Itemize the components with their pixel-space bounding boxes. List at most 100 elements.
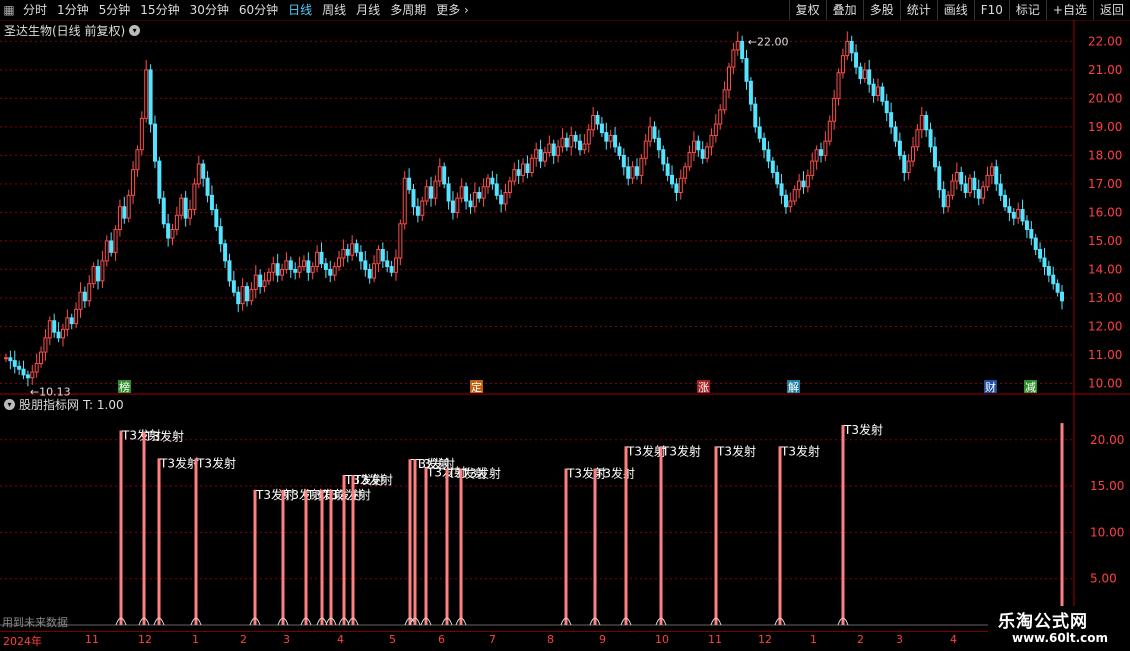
x-tick-label: 4 <box>950 633 957 646</box>
candle-body <box>871 83 876 97</box>
period-tab[interactable]: 分时 <box>18 0 52 20</box>
candle-body <box>1060 291 1064 302</box>
candle-body <box>1055 283 1060 293</box>
period-tab[interactable]: 1分钟 <box>52 0 94 20</box>
candle-body <box>1024 220 1029 231</box>
candle-body <box>893 126 898 142</box>
candle-body <box>442 166 447 185</box>
toolbar-button[interactable]: 标记 <box>1008 0 1046 20</box>
candle-body <box>932 146 937 168</box>
y-tick-label: 17.00 <box>1088 177 1122 191</box>
toolbar-button[interactable]: 叠加 <box>825 0 863 20</box>
toolbar-button[interactable]: 统计 <box>899 0 937 20</box>
sub-y-tick-label: 10.00 <box>1090 525 1124 539</box>
period-tab[interactable]: 5分钟 <box>94 0 136 20</box>
toolbar-button[interactable]: 复权 <box>788 0 826 20</box>
toolbar-button[interactable]: 画线 <box>936 0 974 20</box>
candle-body <box>740 40 745 60</box>
x-tick-label: 11 <box>85 633 99 646</box>
signal-spike <box>351 474 355 625</box>
x-tick-label: 6 <box>438 633 445 646</box>
signal-label: T3发射 <box>843 422 883 437</box>
chevron-down-icon[interactable]: ▾ <box>4 399 15 410</box>
candle-body <box>959 172 964 185</box>
period-tab[interactable]: 更多 › <box>431 0 474 20</box>
candle-body <box>271 263 276 273</box>
period-tab[interactable]: 月线 <box>351 0 385 20</box>
candle-body <box>753 103 758 128</box>
candle-body <box>696 140 701 151</box>
signal-spike <box>329 489 333 625</box>
grid-menu-icon[interactable]: ▦ <box>0 1 18 19</box>
period-toolbar: ▦ 分时 1分钟 5分钟 15分钟 30分钟 60分钟 日线 周线 月线 多周期 更多 › 复权 叠加… <box>0 0 1130 21</box>
candle-body <box>464 186 469 202</box>
signal-spike <box>281 489 285 625</box>
candle-body <box>122 206 127 219</box>
candle-body <box>775 172 780 185</box>
candle-body <box>875 86 880 97</box>
candle-body <box>280 268 285 276</box>
toolbar-button[interactable]: F10 <box>973 0 1009 20</box>
candle-body <box>503 191 508 205</box>
toolbar-button[interactable]: 多股 <box>862 0 900 20</box>
candle-body <box>337 257 342 268</box>
candle-body <box>47 320 52 339</box>
period-tab[interactable]: 周线 <box>317 0 351 20</box>
y-tick-label: 11.00 <box>1088 348 1122 362</box>
candle-body <box>521 163 526 176</box>
candle-body <box>244 286 249 302</box>
period-tab[interactable]: 15分钟 <box>135 0 184 20</box>
candle-body <box>792 189 797 202</box>
sub-y-tick-label: 20.00 <box>1090 433 1124 447</box>
candle-body <box>328 268 333 276</box>
event-label: 解 <box>788 380 799 394</box>
candle-body <box>819 149 824 156</box>
toolbar-button[interactable]: 返回 <box>1092 0 1130 20</box>
candle-body <box>591 115 596 131</box>
candle-body <box>827 120 832 142</box>
candle-body <box>450 200 455 213</box>
candle-body <box>275 263 280 276</box>
period-tab[interactable]: 60分钟 <box>234 0 283 20</box>
stock-chart[interactable]: 22.00 21.00 20.00 19.00 18.00 17.00 16.00 15.00… <box>0 20 1130 630</box>
candle-body <box>485 177 490 188</box>
x-tick-label: 4 <box>337 633 344 646</box>
chevron-down-icon[interactable]: ▾ <box>129 25 141 36</box>
candle-body <box>183 197 188 219</box>
candle-body <box>634 166 639 176</box>
candle-body <box>166 223 171 239</box>
signal-spike <box>564 468 568 625</box>
candle-body <box>762 137 767 151</box>
candle-body <box>836 72 841 99</box>
candle-body <box>30 371 35 379</box>
period-tab[interactable]: 30分钟 <box>185 0 234 20</box>
candle-body <box>586 129 591 145</box>
period-tab[interactable]: 日线 <box>283 0 317 20</box>
signal-spike <box>320 489 324 625</box>
candle-body <box>884 100 889 114</box>
candle-body <box>1011 211 1016 219</box>
signal-spike <box>413 459 417 625</box>
candle-body <box>380 248 385 262</box>
period-tab[interactable]: 多周期 <box>385 0 431 20</box>
candle-body <box>393 257 398 273</box>
signal-spike <box>624 446 628 625</box>
candle-body <box>832 97 837 122</box>
candle-body <box>700 149 705 159</box>
event-label: 涨 <box>698 381 709 394</box>
candle-body <box>319 251 324 265</box>
candle-body <box>135 149 140 171</box>
candle-body <box>840 55 845 74</box>
candle-body <box>713 123 718 136</box>
candle-body <box>205 177 210 196</box>
y-tick-label: 21.00 <box>1088 63 1122 77</box>
signal-label: T3发射 <box>144 428 184 443</box>
sub-y-tick-label: 15.00 <box>1090 479 1124 493</box>
candle-body <box>332 266 337 276</box>
candle-body <box>1029 229 1034 239</box>
candle-body <box>174 214 179 231</box>
watermark-title: 乐淘公式网 <box>998 612 1088 632</box>
signal-label: T3发射 <box>716 443 756 458</box>
y-tick-label: 16.00 <box>1088 205 1122 219</box>
toolbar-button[interactable]: +自选 <box>1045 0 1093 20</box>
